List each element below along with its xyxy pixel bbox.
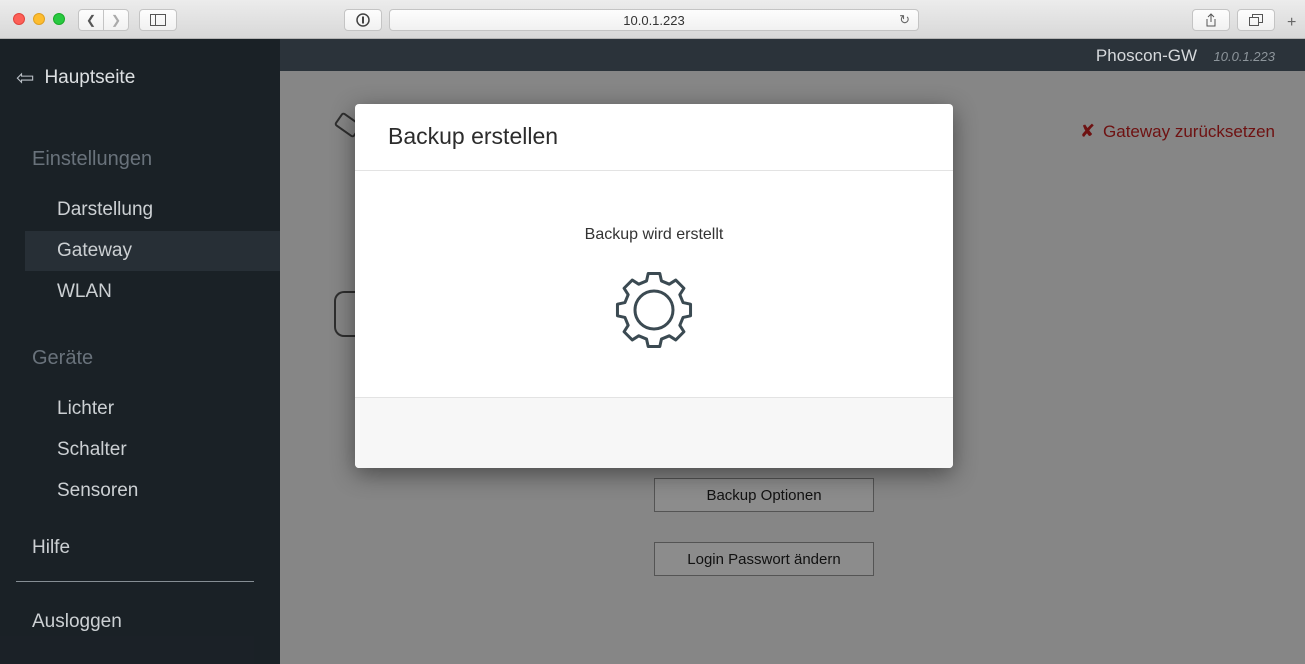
site-info-button[interactable] xyxy=(344,9,382,31)
browser-toolbar: ❮ ❯ 10.0.1.223 ↻ + xyxy=(0,0,1305,39)
url-text: 10.0.1.223 xyxy=(623,12,685,28)
chevron-right-icon: ❯ xyxy=(110,13,122,27)
reload-icon[interactable]: ↻ xyxy=(899,12,910,28)
zoom-window-button[interactable] xyxy=(53,13,65,25)
close-window-button[interactable] xyxy=(13,13,25,25)
new-tab-button[interactable]: + xyxy=(1287,14,1296,32)
tabs-icon xyxy=(1249,14,1263,26)
share-icon xyxy=(1206,13,1216,27)
address-bar[interactable]: 10.0.1.223 ↻ xyxy=(389,9,919,31)
back-button[interactable]: ❮ xyxy=(78,9,104,31)
minimize-window-button[interactable] xyxy=(33,13,45,25)
show-tabs-button[interactable] xyxy=(1237,9,1275,31)
forward-button[interactable]: ❯ xyxy=(103,9,129,31)
dialog-message: Backup wird erstellt xyxy=(584,226,724,243)
info-icon xyxy=(356,13,370,27)
gear-icon xyxy=(615,271,693,349)
show-sidebar-button[interactable] xyxy=(139,9,177,31)
backup-dialog: Backup erstellen Backup wird erstellt xyxy=(355,104,953,468)
dialog-title: Backup erstellen xyxy=(388,123,559,149)
dialog-footer xyxy=(355,397,953,468)
sidebar-icon xyxy=(150,14,166,26)
share-button[interactable] xyxy=(1192,9,1230,31)
chevron-left-icon: ❮ xyxy=(85,13,97,27)
dialog-header-divider xyxy=(355,170,953,171)
backdrop-sidebar xyxy=(0,39,280,664)
